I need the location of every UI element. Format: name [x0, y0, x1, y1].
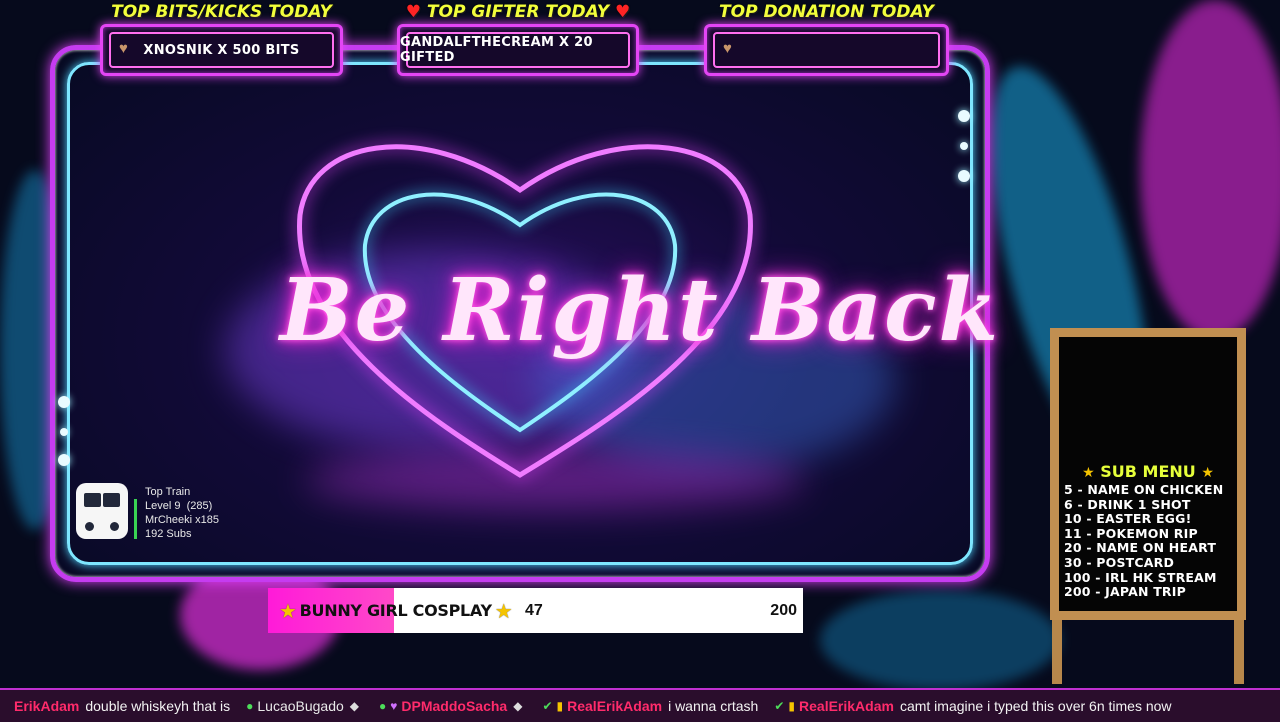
chat-text: camt imagine i typed this over 6n times … — [899, 698, 1172, 714]
train-subs: 192 Subs — [145, 528, 192, 540]
train-level: Level 9 (285) — [145, 500, 213, 512]
train-title: Top Train — [145, 486, 191, 498]
emote-icon: ◆ — [349, 699, 360, 713]
sub-menu-item: 100 - IRL HK STREAM — [1064, 569, 1217, 585]
train-progress-bar — [134, 499, 137, 539]
heart-icon: ♥ — [615, 2, 631, 22]
sub-menu-item: 200 - JAPAN TRIP — [1064, 584, 1186, 600]
top-bits-panel: ♥ XNOSNIK X 500 BITS — [100, 24, 343, 76]
frame-dot — [58, 454, 70, 466]
heart-icon: ♥ — [405, 2, 421, 22]
chat-username: DPMaddoSacha — [401, 698, 508, 714]
sub-menu-item: 30 - POSTCARD — [1064, 554, 1175, 570]
sub-badge-icon: ▮ — [788, 699, 796, 713]
sub-menu-item: 10 - EASTER EGG! — [1064, 511, 1192, 527]
train-icon — [76, 483, 128, 539]
top-bits-box: TOP BITS/KICKS TODAY ♥ XNOSNIK X 500 BIT… — [100, 0, 343, 82]
sub-menu-title: SUB MENU — [1100, 462, 1196, 481]
sub-menu-list: 5 - NAME ON CHICKEN 6 - DRINK 1 SHOT 10 … — [1064, 482, 1224, 600]
frame-dot — [960, 142, 968, 150]
top-train-widget: Top Train Level 9 (285) MrCheeki x185 19… — [76, 483, 256, 543]
verified-badge-icon: ● — [246, 699, 254, 713]
top-donation-panel: ♥ — [704, 24, 949, 76]
verified-badge-icon: ● — [379, 699, 387, 713]
top-donation-box: TOP DONATION TODAY ♥ — [704, 0, 949, 82]
sub-badge-icon: ▮ — [556, 699, 564, 713]
sub-menu-item: 5 - NAME ON CHICKEN — [1064, 482, 1224, 497]
sub-goal-bar: ★ BUNNY GIRL COSPLAY ★ 47 200 — [268, 588, 803, 633]
emote-icon: ◆ — [513, 699, 523, 713]
sub-menu-item: 11 - POKEMON RIP — [1064, 525, 1198, 541]
chat-username: ErikAdam — [14, 698, 80, 714]
chat-ticker: ErikAdam double whiskeyh that is ● Lucao… — [0, 688, 1280, 722]
chat-text: double whiskeyh that is — [85, 698, 231, 714]
train-user: MrCheeki x185 — [145, 514, 219, 526]
sub-menu-board: ★ SUB MENU ★ 5 - NAME ON CHICKEN 6 - DRI… — [1050, 328, 1246, 684]
goal-label: BUNNY GIRL COSPLAY — [299, 601, 492, 620]
chat-username: LucaoBugado — [257, 698, 344, 714]
frame-dot — [58, 396, 70, 408]
heart-badge-icon: ♥ — [390, 699, 398, 713]
frame-dot — [958, 110, 970, 122]
chat-text: i wanna crtash — [668, 698, 759, 714]
frame-dot — [958, 170, 970, 182]
chat-username: RealErikAdam — [567, 698, 663, 714]
star-icon: ★ — [494, 598, 513, 623]
chat-message: ● ♥ DPMaddoSacha ◆ — [379, 698, 526, 714]
sub-menu-item: 20 - NAME ON HEART — [1064, 540, 1217, 556]
moderator-badge-icon: ✔ — [542, 699, 553, 713]
top-gifter-value: GANDALFTHECREAM X 20 GIFTED — [400, 35, 593, 65]
chat-message: ✔ ▮ RealErikAdam camt imagine i typed th… — [774, 698, 1171, 714]
top-gifter-title: TOP GIFTER TODAY — [426, 2, 610, 22]
top-bits-title: TOP BITS/KICKS TODAY — [111, 2, 332, 22]
top-gifter-panel: GANDALFTHECREAM X 20 GIFTED — [397, 24, 639, 76]
moderator-badge-icon: ✔ — [774, 699, 785, 713]
top-donation-title: TOP DONATION TODAY — [719, 2, 934, 22]
star-icon: ★ — [1082, 465, 1095, 481]
goal-target: 200 — [770, 601, 797, 619]
sub-menu-item: 6 - DRINK 1 SHOT — [1064, 496, 1191, 512]
chat-message: ErikAdam double whiskeyh that is — [14, 698, 230, 714]
star-icon: ★ — [279, 598, 297, 623]
chat-message: ✔ ▮ RealErikAdam i wanna crtash — [542, 698, 758, 714]
star-icon: ★ — [1201, 465, 1214, 481]
top-donation-value — [707, 27, 946, 73]
chat-username: RealErikAdam — [799, 698, 894, 714]
top-gifter-box: ♥ TOP GIFTER TODAY ♥ GANDALFTHECREAM X 2… — [397, 0, 639, 82]
chat-message: ● LucaoBugado ◆ — [246, 698, 363, 714]
top-bits-value: XNOSNIK X 500 BITS — [143, 42, 300, 58]
frame-dot — [60, 428, 68, 436]
goal-current: 47 — [525, 601, 543, 619]
